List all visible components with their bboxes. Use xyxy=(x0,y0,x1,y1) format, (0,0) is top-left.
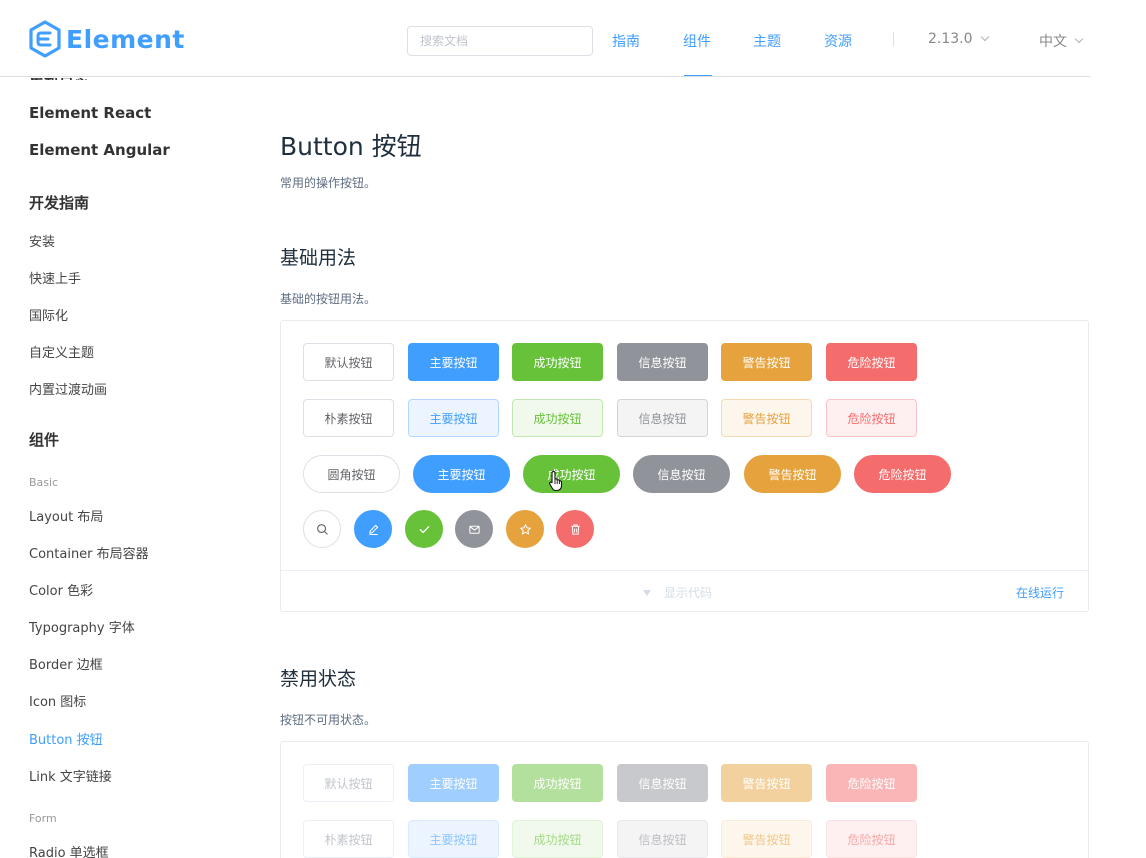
sidebar-item-quickstart[interactable]: 快速上手 xyxy=(29,268,81,287)
chevron-down-icon xyxy=(1074,34,1084,44)
hand-pointer-cursor-icon xyxy=(549,470,563,492)
version-label: 2.13.0 xyxy=(928,31,973,47)
sidebar-section-components: 组件 xyxy=(29,431,60,449)
disabled-success-button: 成功按钮 xyxy=(512,764,603,802)
section-description-basic: 基础的按钮用法。 xyxy=(280,292,377,306)
success-button[interactable]: 成功按钮 xyxy=(512,343,603,381)
sidebar-group-basic: Basic xyxy=(29,476,59,489)
demo-control[interactable]: 显示代码 在线运行 xyxy=(281,570,1088,611)
nav-resource[interactable]: 资源 xyxy=(824,31,852,51)
round-success-button[interactable]: 成功按钮 xyxy=(523,455,620,493)
plain-default-button[interactable]: 朴素按钮 xyxy=(303,399,394,437)
caret-down-icon xyxy=(643,589,651,596)
round-default-button[interactable]: 圆角按钮 xyxy=(303,455,400,493)
nav-component[interactable]: 组件 xyxy=(683,31,711,51)
sidebar-link-element-react[interactable]: Element React xyxy=(29,104,151,122)
sidebar-item-border[interactable]: Border 边框 xyxy=(29,654,103,673)
circle-message-button[interactable] xyxy=(455,510,493,548)
round-info-button[interactable]: 信息按钮 xyxy=(633,455,730,493)
section-description-disabled: 按钮不可用状态。 xyxy=(280,713,377,727)
header-divider xyxy=(0,76,1090,77)
disabled-plain-success-button: 成功按钮 xyxy=(512,820,603,858)
chevron-down-icon xyxy=(980,32,989,42)
demo-block-basic: 默认按钮 主要按钮 成功按钮 信息按钮 警告按钮 危险按钮 朴素按钮 主要按钮 … xyxy=(280,320,1089,612)
run-online-link[interactable]: 在线运行 xyxy=(1016,584,1064,601)
circle-check-button[interactable] xyxy=(405,510,443,548)
element-logo-icon xyxy=(29,20,61,58)
logo[interactable]: Element xyxy=(28,20,185,58)
section-title-basic: 基础用法 xyxy=(280,247,357,269)
sidebar-section-dev-guide: 开发指南 xyxy=(29,194,90,212)
sidebar-item-install[interactable]: 安装 xyxy=(29,231,55,250)
disabled-info-button: 信息按钮 xyxy=(617,764,708,802)
check-icon xyxy=(419,525,429,533)
sidebar-item-custom-theme[interactable]: 自定义主题 xyxy=(29,342,94,361)
delete-icon xyxy=(570,524,580,535)
disabled-plain-default-button: 朴素按钮 xyxy=(303,820,394,858)
sidebar: 更新日志 Element React Element Angular 开发指南 … xyxy=(0,0,260,858)
sidebar-item-color[interactable]: Color 色彩 xyxy=(29,580,93,599)
sidebar-item-transition[interactable]: 内置过渡动画 xyxy=(29,379,107,398)
plain-danger-button[interactable]: 危险按钮 xyxy=(826,399,917,437)
round-danger-button[interactable]: 危险按钮 xyxy=(854,455,951,493)
sidebar-link-element-angular[interactable]: Element Angular xyxy=(29,141,170,159)
nav-divider xyxy=(893,32,894,46)
header: Element 指南 组件 主题 资源 2.13.0 中文 xyxy=(0,0,1146,78)
disabled-primary-button: 主要按钮 xyxy=(408,764,499,802)
circle-delete-button[interactable] xyxy=(556,510,594,548)
language-label: 中文 xyxy=(1039,34,1067,50)
sidebar-item-icon[interactable]: Icon 图标 xyxy=(29,691,86,710)
disabled-plain-warning-button: 警告按钮 xyxy=(721,820,812,858)
disabled-danger-button: 危险按钮 xyxy=(826,764,917,802)
warning-button[interactable]: 警告按钮 xyxy=(721,343,812,381)
page-title: Button 按钮 xyxy=(280,132,422,161)
round-primary-button[interactable]: 主要按钮 xyxy=(413,455,510,493)
plain-success-button[interactable]: 成功按钮 xyxy=(512,399,603,437)
edit-icon xyxy=(368,524,378,535)
sidebar-item-typography[interactable]: Typography 字体 xyxy=(29,617,135,636)
plain-info-button[interactable]: 信息按钮 xyxy=(617,399,708,437)
disabled-plain-primary-button: 主要按钮 xyxy=(408,820,499,858)
nav-theme[interactable]: 主题 xyxy=(753,31,781,51)
sidebar-item-radio[interactable]: Radio 单选框 xyxy=(29,842,109,858)
plain-warning-button[interactable]: 警告按钮 xyxy=(721,399,812,437)
search-input[interactable] xyxy=(407,26,593,56)
sidebar-item-container[interactable]: Container 布局容器 xyxy=(29,543,149,562)
language-dropdown[interactable]: 中文 xyxy=(1039,31,1084,51)
disabled-plain-danger-button: 危险按钮 xyxy=(826,820,917,858)
plain-primary-button[interactable]: 主要按钮 xyxy=(408,399,499,437)
show-code-toggle[interactable]: 显示代码 xyxy=(643,584,712,601)
default-button[interactable]: 默认按钮 xyxy=(303,343,394,381)
sidebar-item-button[interactable]: Button 按钮 xyxy=(29,729,103,748)
sidebar-item-layout[interactable]: Layout 布局 xyxy=(29,506,103,525)
primary-button[interactable]: 主要按钮 xyxy=(408,343,499,381)
disabled-plain-info-button: 信息按钮 xyxy=(617,820,708,858)
sidebar-item-i18n[interactable]: 国际化 xyxy=(29,305,68,324)
search-icon xyxy=(316,523,328,535)
disabled-warning-button: 警告按钮 xyxy=(721,764,812,802)
nav-guide[interactable]: 指南 xyxy=(612,31,640,51)
version-dropdown[interactable]: 2.13.0 xyxy=(928,31,989,47)
circle-search-button[interactable] xyxy=(303,510,341,548)
info-button[interactable]: 信息按钮 xyxy=(617,343,708,381)
sidebar-group-form: Form xyxy=(29,812,57,825)
show-code-label: 显示代码 xyxy=(664,586,713,600)
page-description: 常用的操作按钮。 xyxy=(280,176,377,190)
danger-button[interactable]: 危险按钮 xyxy=(826,343,917,381)
circle-star-button[interactable] xyxy=(506,510,544,548)
section-title-disabled: 禁用状态 xyxy=(280,668,357,690)
circle-edit-button[interactable] xyxy=(354,510,392,548)
logo-text: Element xyxy=(66,24,185,54)
disabled-default-button: 默认按钮 xyxy=(303,764,394,802)
round-warning-button[interactable]: 警告按钮 xyxy=(744,455,841,493)
message-icon xyxy=(468,525,480,534)
star-icon xyxy=(519,523,531,534)
sidebar-item-link[interactable]: Link 文字链接 xyxy=(29,766,112,785)
demo-block-disabled: 默认按钮 主要按钮 成功按钮 信息按钮 警告按钮 危险按钮 朴素按钮 主要按钮 … xyxy=(280,741,1089,858)
